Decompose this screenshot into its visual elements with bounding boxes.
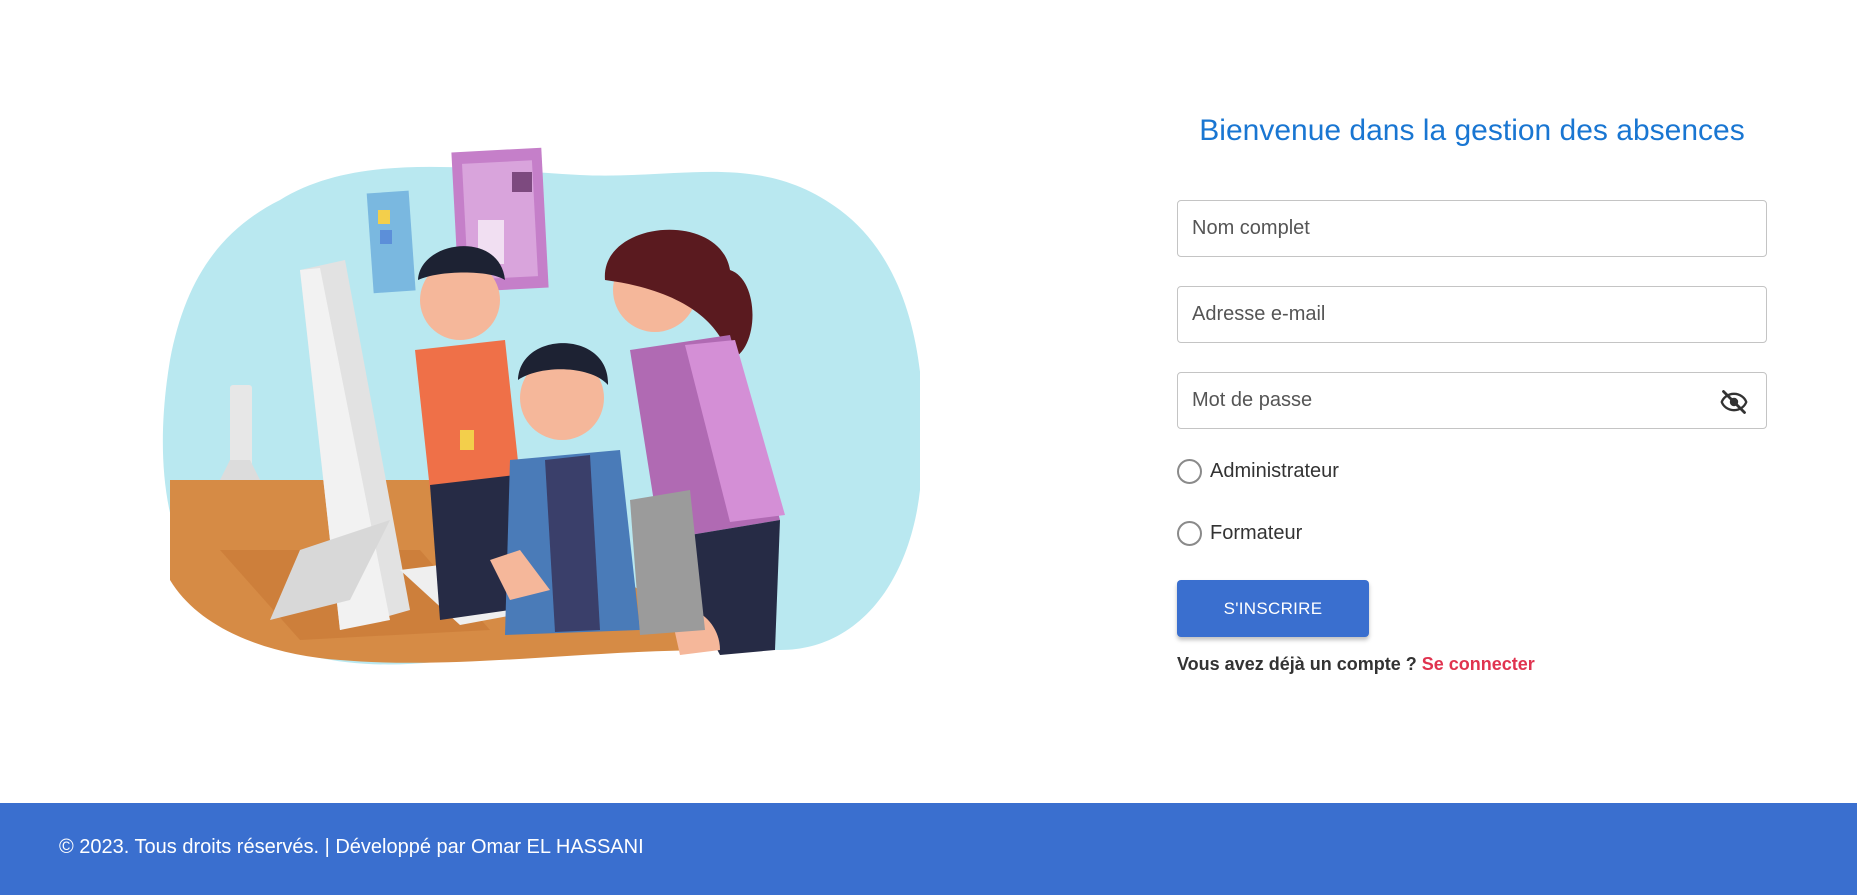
signup-button[interactable]: S'INSCRIRE [1177,580,1369,637]
signin-prompt-line: Vous avez déjà un compte ? Se connecter [1177,654,1767,675]
role-radio-group: Administrateur Formateur [1177,454,1767,550]
team-illustration [160,130,920,670]
radio-label: Administrateur [1210,459,1339,482]
form-title: Bienvenue dans la gestion des absences [1199,114,1745,147]
radio-button[interactable] [1177,520,1202,546]
password-input[interactable] [1178,373,1766,428]
radio-button[interactable] [1177,458,1202,484]
full-name-input[interactable] [1178,201,1766,256]
signup-page: Bienvenue dans la gestion des absences A… [0,0,1857,895]
full-name-field-wrapper [1177,200,1767,257]
signin-link[interactable]: Se connecter [1422,654,1535,674]
signin-prompt: Vous avez déjà un compte ? [1177,654,1417,674]
signup-form: Bienvenue dans la gestion des absences A… [1177,104,1767,675]
role-option-formateur[interactable]: Formateur [1177,516,1767,550]
footer-copyright: © 2023. Tous droits réservés. | Développ… [59,836,644,858]
role-option-administrateur[interactable]: Administrateur [1177,454,1767,488]
footer: © 2023. Tous droits réservés. | Développ… [0,803,1857,895]
email-input[interactable] [1178,287,1766,342]
radio-label: Formateur [1210,521,1303,544]
eye-off-icon[interactable] [1720,388,1748,416]
email-field-wrapper [1177,286,1767,343]
password-field-wrapper [1177,372,1767,429]
